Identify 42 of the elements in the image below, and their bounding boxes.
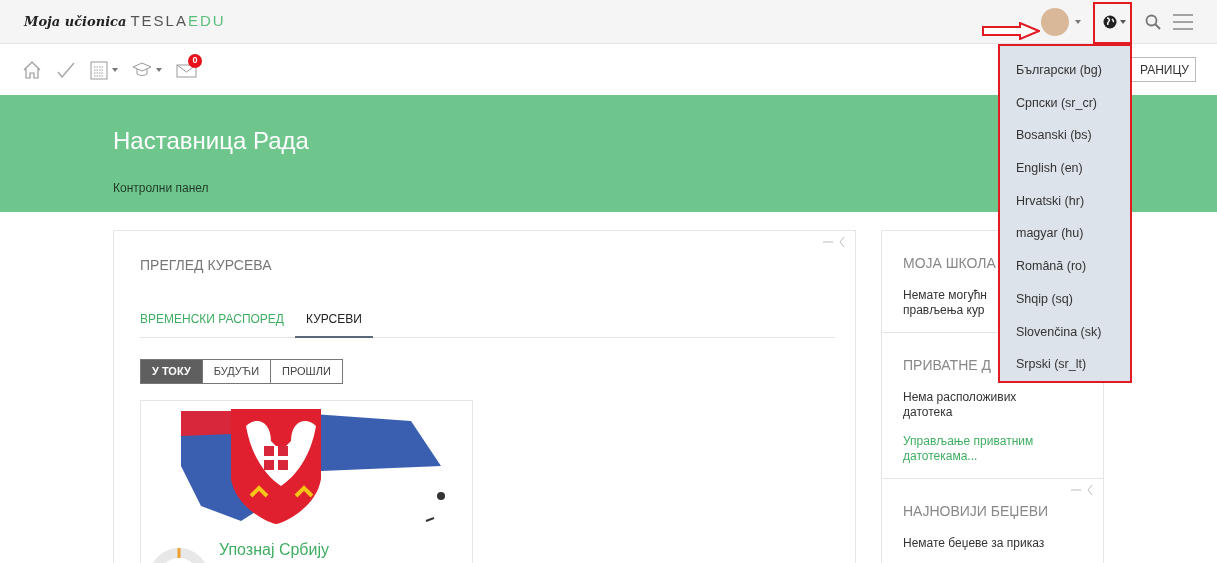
filter-button[interactable]: БУДУЋИ: [202, 359, 272, 384]
globe-icon[interactable]: [1102, 14, 1117, 29]
block-text: прављења кур: [903, 303, 985, 318]
menu-item[interactable]: Српски (sr_cr): [1000, 86, 1130, 120]
caret-icon: [112, 67, 118, 72]
card-title: ПРЕГЛЕД КУРСЕВА: [140, 256, 273, 275]
menu-item[interactable]: Srpski (sr_lt): [1000, 348, 1130, 382]
logo-brand-accent: EDU: [187, 11, 226, 32]
filter-button[interactable]: ПРОШЛИ: [271, 359, 343, 384]
menu-item[interactable]: Hrvatski (hr): [1000, 184, 1130, 218]
avatar[interactable]: [1041, 7, 1069, 36]
graduation-cap-icon[interactable]: [132, 60, 152, 79]
caret-icon: [1075, 19, 1081, 24]
block-text: Немате беџеве за приказ: [903, 536, 1045, 551]
block-title: НАЈНОВИЈИ БЕЏЕВИ: [903, 502, 1049, 521]
chevron-left-icon[interactable]: [1087, 485, 1093, 495]
logo-brand: TESLA: [130, 11, 188, 32]
logo-script: Moja učionica: [24, 12, 127, 31]
block-text: Немате могућн: [903, 288, 987, 303]
filter-button[interactable]: У ТОКУ: [140, 359, 203, 384]
search-icon[interactable]: [1145, 13, 1161, 30]
page-title: Наставница Рада: [113, 126, 309, 156]
caret-icon: [156, 67, 162, 72]
breadcrumb: Контролни панел: [113, 180, 209, 197]
home-icon[interactable]: [22, 59, 42, 80]
calendar-icon[interactable]: [90, 59, 108, 80]
annotation-arrow: [982, 22, 1040, 40]
tab[interactable]: КУРСЕВИ: [295, 302, 373, 338]
block-text: Нема расположивих датотека: [903, 390, 1018, 420]
block-title: МОЈА ШКОЛА: [903, 254, 996, 273]
menu-item[interactable]: Română (ro): [1000, 250, 1130, 283]
menu-item[interactable]: Shqip (sq): [1000, 282, 1130, 316]
menu-item[interactable]: magyar (hu): [1000, 217, 1130, 251]
notification-badge: 0: [188, 53, 202, 68]
block-title: ПРИВАТНЕ Д: [903, 356, 991, 375]
menu-item[interactable]: Slovenčina (sk): [1000, 315, 1130, 349]
mail-icon[interactable]: [176, 61, 198, 78]
menu-icon[interactable]: [1173, 13, 1193, 30]
caret-icon: [1119, 19, 1126, 24]
menu-item[interactable]: English (en): [1000, 152, 1130, 185]
menu-item[interactable]: Bosanski (bs): [1000, 119, 1130, 153]
chevron-left-icon[interactable]: [839, 237, 845, 247]
